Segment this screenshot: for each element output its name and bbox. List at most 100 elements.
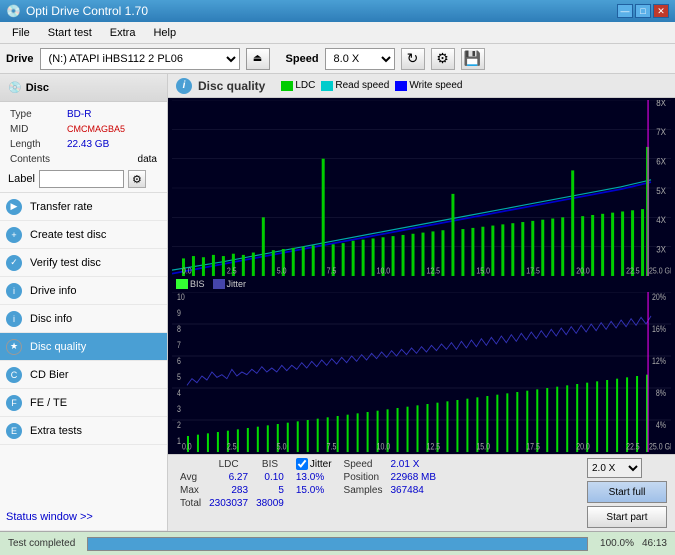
legend: LDC Read speed Write speed bbox=[281, 80, 462, 91]
svg-text:10.0: 10.0 bbox=[377, 266, 391, 276]
svg-text:17.5: 17.5 bbox=[526, 441, 540, 451]
disc-length-row: Length 22.43 GB bbox=[10, 138, 157, 151]
close-button[interactable]: ✕ bbox=[653, 4, 669, 18]
disc-length-label: Length bbox=[10, 138, 65, 151]
svg-text:5.0: 5.0 bbox=[277, 441, 287, 451]
jitter-column: Jitter 13.0% 15.0% bbox=[296, 458, 332, 498]
svg-text:16%: 16% bbox=[652, 324, 667, 334]
settings-button[interactable]: ⚙ bbox=[431, 48, 455, 70]
svg-text:7.5: 7.5 bbox=[327, 441, 337, 451]
stats-total-bis: 38009 bbox=[252, 497, 288, 510]
speed-combo-select[interactable]: 2.0 X bbox=[587, 458, 642, 478]
drive-select[interactable]: (N:) ATAPI iHBS112 2 PL06 bbox=[40, 48, 240, 70]
stats-empty-header bbox=[176, 458, 205, 471]
stats-avg-bis: 0.10 bbox=[252, 471, 288, 484]
title-bar-left: 💿 Opti Drive Control 1.70 bbox=[6, 4, 148, 18]
speed-pos-table: Speed 2.01 X Position 22968 MB Samples 3… bbox=[340, 458, 441, 497]
status-bar: Test completed 100.0% 46:13 bbox=[0, 531, 675, 555]
samples-row: Samples 367484 bbox=[340, 484, 441, 497]
sidebar-item-extra-tests[interactable]: E Extra tests bbox=[0, 417, 167, 445]
svg-text:12.5: 12.5 bbox=[426, 441, 440, 451]
jitter-max: 15.0% bbox=[296, 485, 324, 496]
svg-text:25.0 GB: 25.0 GB bbox=[649, 441, 671, 451]
status-window-label: Status window >> bbox=[6, 511, 93, 523]
sidebar-item-verify-test-disc[interactable]: ✓ Verify test disc bbox=[0, 249, 167, 277]
svg-text:5: 5 bbox=[177, 372, 181, 382]
label-input[interactable] bbox=[39, 170, 124, 188]
progress-bar-fill bbox=[88, 538, 587, 550]
drive-info-label: Drive info bbox=[30, 285, 76, 297]
svg-text:7X: 7X bbox=[656, 127, 666, 138]
sidebar-item-disc-info[interactable]: i Disc info bbox=[0, 305, 167, 333]
disc-type-value: BD-R bbox=[67, 108, 157, 121]
svg-text:17.5: 17.5 bbox=[526, 266, 540, 276]
bis-legend: BIS bbox=[176, 279, 205, 289]
read-speed-color bbox=[321, 81, 333, 91]
svg-text:8: 8 bbox=[177, 324, 181, 334]
svg-text:20%: 20% bbox=[652, 292, 667, 302]
label-icon-button[interactable]: ⚙ bbox=[128, 170, 146, 188]
eject-button[interactable]: ⏏ bbox=[246, 48, 270, 70]
create-test-disc-label: Create test disc bbox=[30, 229, 106, 241]
svg-text:9: 9 bbox=[177, 308, 181, 318]
jitter-checkbox[interactable] bbox=[296, 458, 308, 470]
disc-info-icon: i bbox=[6, 311, 22, 327]
svg-text:6X: 6X bbox=[656, 156, 666, 167]
speed-label: Speed bbox=[286, 53, 319, 65]
jitter-legend-label: Jitter bbox=[227, 279, 247, 289]
refresh-button[interactable]: ↻ bbox=[401, 48, 425, 70]
cd-bier-label: CD Bier bbox=[30, 369, 69, 381]
svg-text:8X: 8X bbox=[656, 100, 666, 108]
svg-text:5X: 5X bbox=[656, 185, 666, 196]
sidebar-item-drive-info[interactable]: i Drive info bbox=[0, 277, 167, 305]
jitter-legend-color bbox=[213, 279, 225, 289]
legend-write-speed: Write speed bbox=[395, 80, 462, 91]
sidebar-item-transfer-rate[interactable]: ▶ Transfer rate bbox=[0, 193, 167, 221]
title-bar: 💿 Opti Drive Control 1.70 — □ ✕ bbox=[0, 0, 675, 22]
start-part-button[interactable]: Start part bbox=[587, 506, 667, 528]
svg-text:15.0: 15.0 bbox=[476, 266, 490, 276]
speed-row: Speed 2.01 X bbox=[340, 458, 441, 471]
action-buttons: 2.0 X Start full Start part bbox=[587, 458, 667, 528]
svg-text:3X: 3X bbox=[656, 244, 666, 255]
position-label-cell: Position bbox=[340, 471, 387, 484]
svg-text:15.0: 15.0 bbox=[476, 441, 490, 451]
sidebar-item-create-test-disc[interactable]: + Create test disc bbox=[0, 221, 167, 249]
sidebar-item-fe-te[interactable]: F FE / TE bbox=[0, 389, 167, 417]
save-button[interactable]: 💾 bbox=[461, 48, 485, 70]
verify-test-disc-label: Verify test disc bbox=[30, 257, 101, 269]
verify-test-disc-icon: ✓ bbox=[6, 255, 22, 271]
drive-bar: Drive (N:) ATAPI iHBS112 2 PL06 ⏏ Speed … bbox=[0, 44, 675, 74]
disc-info-panel: Type BD-R MID CMCMAGBA5 Length 22.43 GB … bbox=[0, 102, 167, 193]
status-window-button[interactable]: Status window >> bbox=[0, 503, 167, 531]
svg-text:25.0 GB: 25.0 GB bbox=[649, 266, 671, 276]
svg-text:7.5: 7.5 bbox=[327, 266, 337, 276]
bottom-chart-svg: 20% 16% 12% 8% 4% 10 9 8 7 6 5 4 3 2 1 bbox=[172, 292, 671, 452]
fe-te-label: FE / TE bbox=[30, 397, 67, 409]
disc-quality-header: i Disc quality LDC Read speed Write spee… bbox=[168, 74, 675, 98]
stats-total-row: Total 2303037 38009 bbox=[176, 497, 288, 510]
stats-max-row: Max 283 5 bbox=[176, 484, 288, 497]
disc-info-label: Disc info bbox=[30, 313, 72, 325]
start-full-button[interactable]: Start full bbox=[587, 481, 667, 503]
sidebar-item-disc-quality[interactable]: ★ Disc quality bbox=[0, 333, 167, 361]
elapsed-time: 46:13 bbox=[642, 538, 667, 549]
disc-quality-icon-circle: i bbox=[176, 78, 192, 94]
content-area: i Disc quality LDC Read speed Write spee… bbox=[168, 74, 675, 531]
sidebar-item-cd-bier[interactable]: C CD Bier bbox=[0, 361, 167, 389]
speed-select[interactable]: 8.0 X bbox=[325, 48, 395, 70]
stats-ldc-header: LDC bbox=[205, 458, 252, 471]
fe-te-icon: F bbox=[6, 395, 22, 411]
svg-text:7: 7 bbox=[177, 340, 181, 350]
samples-label-cell: Samples bbox=[340, 484, 387, 497]
svg-text:1: 1 bbox=[177, 436, 181, 446]
minimize-button[interactable]: — bbox=[617, 4, 633, 18]
maximize-button[interactable]: □ bbox=[635, 4, 651, 18]
menu-file[interactable]: File bbox=[4, 25, 38, 41]
menu-start-test[interactable]: Start test bbox=[40, 25, 100, 41]
menu-help[interactable]: Help bbox=[145, 25, 184, 41]
menu-extra[interactable]: Extra bbox=[102, 25, 144, 41]
status-completed-text: Test completed bbox=[8, 538, 75, 549]
speed-label-cell: Speed bbox=[340, 458, 387, 471]
disc-type-row: Type BD-R bbox=[10, 108, 157, 121]
